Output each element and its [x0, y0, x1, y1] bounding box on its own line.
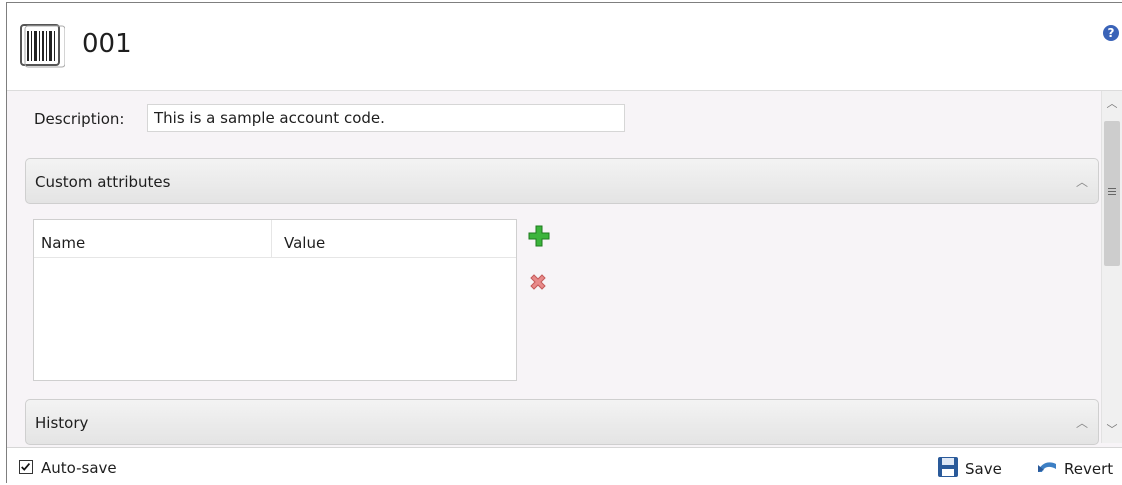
- revert-label: Revert: [1064, 460, 1114, 478]
- save-icon: [938, 457, 958, 477]
- chevron-up-icon: ︿: [1075, 416, 1088, 430]
- account-code-panel: 001 ? Description: Custom attributes ︿ N…: [6, 2, 1122, 485]
- vertical-scrollbar[interactable]: ︿ ﹀: [1101, 91, 1122, 443]
- page-title: 001: [82, 29, 132, 59]
- description-label: Description:: [34, 110, 125, 128]
- column-header-name[interactable]: Name: [34, 220, 272, 258]
- header: 001 ?: [7, 3, 1122, 91]
- revert-icon: [1038, 462, 1056, 472]
- scroll-up-arrow-icon[interactable]: ︿: [1102, 93, 1122, 115]
- help-icon[interactable]: ?: [1103, 25, 1119, 41]
- add-icon[interactable]: [528, 225, 550, 247]
- description-field[interactable]: [147, 104, 625, 132]
- section-label: Custom attributes: [35, 173, 171, 191]
- barcode-icon: [20, 24, 65, 68]
- scrollbar-thumb[interactable]: [1104, 121, 1120, 266]
- auto-save-checkbox[interactable]: [19, 460, 33, 474]
- auto-save-label: Auto-save: [41, 459, 117, 477]
- remove-icon[interactable]: [528, 272, 548, 292]
- scroll-down-arrow-icon[interactable]: ﹀: [1102, 419, 1122, 441]
- checkmark-icon: [21, 463, 31, 471]
- custom-attributes-table[interactable]: Name Value: [33, 219, 517, 381]
- section-label: History: [35, 414, 89, 432]
- column-header-value[interactable]: Value: [272, 220, 516, 258]
- footer-bar: Auto-save Save Revert: [7, 447, 1122, 485]
- grip-icon: [1108, 188, 1116, 195]
- custom-attributes-section-header[interactable]: Custom attributes ︿: [25, 158, 1099, 204]
- save-label: Save: [965, 460, 1002, 478]
- history-section-header[interactable]: History ︿: [25, 399, 1099, 445]
- chevron-up-icon: ︿: [1075, 175, 1088, 189]
